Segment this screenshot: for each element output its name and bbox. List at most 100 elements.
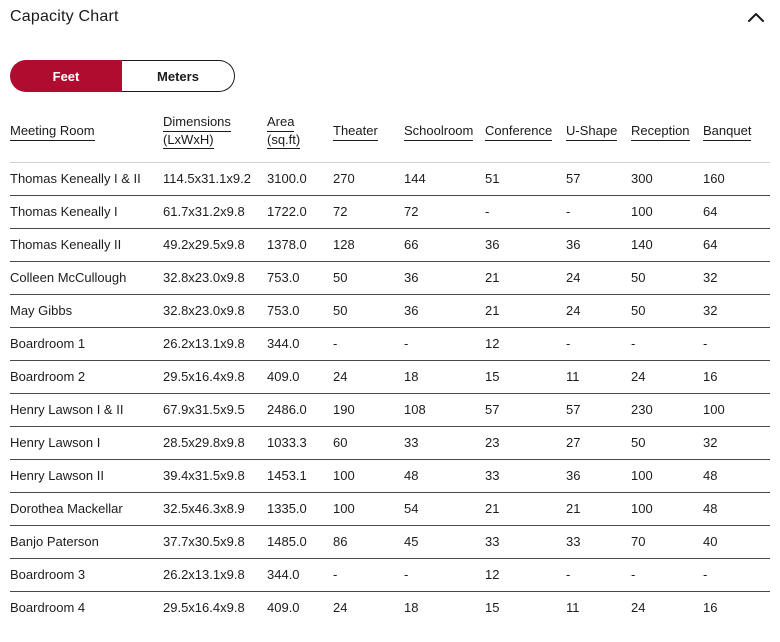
capacity-cell: 57	[566, 162, 631, 195]
capacity-cell: 24	[566, 261, 631, 294]
table-header-row: Meeting Room Dimensions(LxWxH)Area(sq.ft)…	[10, 110, 770, 162]
capacity-cell: 15	[485, 360, 566, 393]
meeting-room-cell: Boardroom 4	[10, 591, 163, 624]
capacity-cell: 37.7x30.5x9.8	[163, 525, 267, 558]
unit-toggle: Feet Meters	[10, 60, 235, 92]
table-row: Henry Lawson II39.4x31.5x9.81453.1100483…	[10, 459, 770, 492]
capacity-cell: -	[485, 195, 566, 228]
capacity-cell: -	[703, 558, 770, 591]
column-header-label: (LxWxH)	[163, 132, 214, 149]
toggle-meters[interactable]: Meters	[122, 60, 235, 92]
capacity-cell: 1378.0	[267, 228, 333, 261]
table-row: Henry Lawson I & II67.9x31.5x9.52486.019…	[10, 393, 770, 426]
capacity-cell: 36	[485, 228, 566, 261]
capacity-cell: 39.4x31.5x9.8	[163, 459, 267, 492]
meeting-room-cell: Henry Lawson II	[10, 459, 163, 492]
toggle-feet[interactable]: Feet	[10, 60, 122, 92]
column-header[interactable]: Reception	[631, 110, 703, 162]
capacity-cell: 23	[485, 426, 566, 459]
capacity-cell: 64	[703, 195, 770, 228]
capacity-cell: 24	[631, 591, 703, 624]
column-header[interactable]: U-Shape	[566, 110, 631, 162]
capacity-cell: 1485.0	[267, 525, 333, 558]
meeting-room-cell: Dorothea Mackellar	[10, 492, 163, 525]
capacity-cell: 29.5x16.4x9.8	[163, 591, 267, 624]
capacity-cell: 45	[404, 525, 485, 558]
capacity-cell: -	[631, 327, 703, 360]
capacity-cell: 128	[333, 228, 404, 261]
table-row: Thomas Keneally II49.2x29.5x9.81378.0128…	[10, 228, 770, 261]
capacity-cell: 300	[631, 162, 703, 195]
capacity-cell: 21	[485, 261, 566, 294]
capacity-cell: 12	[485, 327, 566, 360]
capacity-cell: 48	[404, 459, 485, 492]
capacity-cell: 48	[703, 492, 770, 525]
capacity-cell: -	[631, 558, 703, 591]
capacity-cell: 21	[485, 294, 566, 327]
table-row: May Gibbs32.8x23.0x9.8753.0503621245032	[10, 294, 770, 327]
capacity-cell: 270	[333, 162, 404, 195]
capacity-cell: -	[333, 327, 404, 360]
capacity-cell: 40	[703, 525, 770, 558]
table-row: Banjo Paterson37.7x30.5x9.81485.08645333…	[10, 525, 770, 558]
capacity-cell: 108	[404, 393, 485, 426]
meeting-room-cell: Thomas Keneally II	[10, 228, 163, 261]
capacity-cell: 11	[566, 360, 631, 393]
column-header[interactable]: Dimensions(LxWxH)	[163, 110, 267, 162]
collapse-section-button[interactable]	[744, 8, 768, 29]
table-body: Thomas Keneally I & II114.5x31.1x9.23100…	[10, 162, 770, 624]
capacity-table: Meeting Room Dimensions(LxWxH)Area(sq.ft)…	[10, 110, 770, 624]
capacity-cell: 21	[566, 492, 631, 525]
capacity-cell: 26.2x13.1x9.8	[163, 327, 267, 360]
column-header[interactable]: Theater	[333, 110, 404, 162]
column-header-label: Schoolroom	[404, 123, 473, 141]
column-header-label: Meeting Room	[10, 123, 95, 141]
capacity-cell: -	[566, 327, 631, 360]
capacity-cell: 50	[631, 294, 703, 327]
capacity-cell: 33	[566, 525, 631, 558]
capacity-cell: 51	[485, 162, 566, 195]
capacity-cell: 753.0	[267, 294, 333, 327]
column-header[interactable]: Conference	[485, 110, 566, 162]
meeting-room-cell: Colleen McCullough	[10, 261, 163, 294]
capacity-cell: 28.5x29.8x9.8	[163, 426, 267, 459]
capacity-chart-panel: Capacity Chart Feet Meters Meeting Room D…	[0, 0, 780, 624]
capacity-cell: 33	[485, 459, 566, 492]
meeting-room-cell: Henry Lawson I & II	[10, 393, 163, 426]
capacity-cell: 190	[333, 393, 404, 426]
column-header[interactable]: Banquet	[703, 110, 770, 162]
column-header[interactable]: Schoolroom	[404, 110, 485, 162]
column-header-label: Theater	[333, 123, 378, 141]
column-header[interactable]: Area(sq.ft)	[267, 110, 333, 162]
capacity-cell: 18	[404, 360, 485, 393]
capacity-cell: 50	[333, 261, 404, 294]
capacity-cell: 1033.3	[267, 426, 333, 459]
column-header-label: Banquet	[703, 123, 751, 141]
capacity-cell: 230	[631, 393, 703, 426]
capacity-cell: 24	[566, 294, 631, 327]
meeting-room-cell: Thomas Keneally I	[10, 195, 163, 228]
capacity-cell: 27	[566, 426, 631, 459]
column-header[interactable]: Meeting Room	[10, 110, 163, 162]
capacity-cell: 114.5x31.1x9.2	[163, 162, 267, 195]
table-row: Henry Lawson I28.5x29.8x9.81033.36033232…	[10, 426, 770, 459]
capacity-cell: 32	[703, 294, 770, 327]
capacity-cell: 140	[631, 228, 703, 261]
capacity-cell: 24	[333, 591, 404, 624]
meeting-room-cell: Boardroom 2	[10, 360, 163, 393]
capacity-cell: 144	[404, 162, 485, 195]
capacity-cell: 1453.1	[267, 459, 333, 492]
panel-header: Capacity Chart	[10, 8, 770, 36]
capacity-cell: 100	[631, 492, 703, 525]
capacity-cell: -	[333, 558, 404, 591]
capacity-cell: 26.2x13.1x9.8	[163, 558, 267, 591]
table-row: Colleen McCullough32.8x23.0x9.8753.05036…	[10, 261, 770, 294]
capacity-cell: 3100.0	[267, 162, 333, 195]
capacity-cell: 11	[566, 591, 631, 624]
capacity-cell: 50	[631, 261, 703, 294]
capacity-cell: 21	[485, 492, 566, 525]
capacity-cell: -	[404, 558, 485, 591]
capacity-cell: 64	[703, 228, 770, 261]
capacity-cell: 160	[703, 162, 770, 195]
capacity-cell: 33	[404, 426, 485, 459]
